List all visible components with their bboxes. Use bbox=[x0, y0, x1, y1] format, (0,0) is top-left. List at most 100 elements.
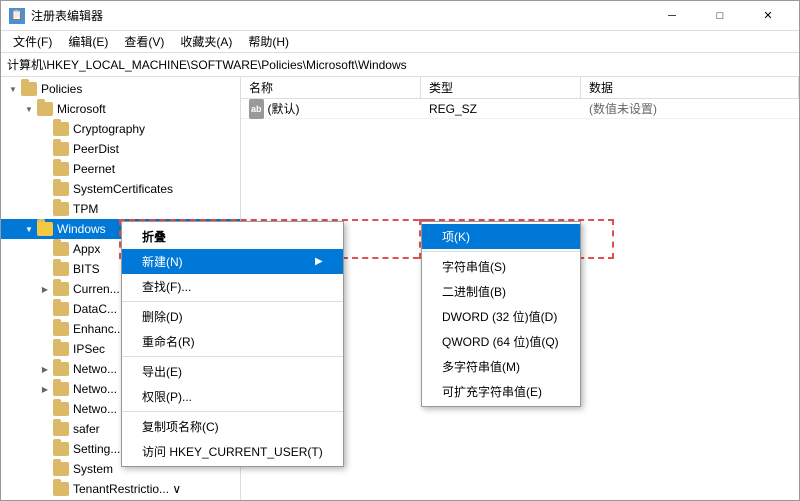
tree-label-policies: Policies bbox=[41, 82, 82, 96]
submenu-item-strval[interactable]: 字符串值(S) bbox=[422, 254, 580, 279]
submenu-label-key: 项(K) bbox=[442, 230, 470, 244]
submenu-item-multistr[interactable]: 多字符串值(M) bbox=[422, 354, 580, 379]
folder-icon-tpm bbox=[53, 202, 69, 216]
expand-current[interactable]: ▶ bbox=[37, 281, 53, 297]
folder-icon-tenantrestriction bbox=[53, 482, 69, 496]
ctx-label-copykey: 复制项名称(C) bbox=[142, 418, 219, 435]
submenu-label-dword32: DWORD (32 位)值(D) bbox=[442, 310, 557, 324]
submenu-item-binval[interactable]: 二进制值(B) bbox=[422, 279, 580, 304]
ctx-item-export[interactable]: 导出(E) bbox=[122, 359, 343, 384]
ctx-separator-1 bbox=[122, 301, 343, 302]
folder-icon-safer bbox=[53, 422, 69, 436]
ctx-label-rename: 重命名(R) bbox=[142, 333, 195, 350]
title-bar: 📋 注册表编辑器 ─ □ ✕ bbox=[1, 1, 799, 31]
ctx-label-find: 查找(F)... bbox=[142, 278, 191, 295]
expand-policies[interactable]: ▼ bbox=[5, 81, 21, 97]
ctx-label-visituser: 访问 HKEY_CURRENT_USER(T) bbox=[142, 443, 323, 460]
tree-label-setting: Setting... bbox=[73, 442, 120, 456]
folder-icon-appx bbox=[53, 242, 69, 256]
folder-icon-netwo2 bbox=[53, 382, 69, 396]
folder-icon-microsoft bbox=[37, 102, 53, 116]
tree-label-bits: BITS bbox=[73, 262, 100, 276]
ctx-item-collapse[interactable]: 折叠 bbox=[122, 224, 343, 249]
tree-item-microsoft[interactable]: ▼ Microsoft bbox=[1, 99, 240, 119]
tree-label-current: Curren... bbox=[73, 282, 120, 296]
ctx-label-delete: 删除(D) bbox=[142, 308, 183, 325]
folder-icon-windows bbox=[37, 222, 53, 236]
col-header-data: 数据 bbox=[581, 77, 799, 99]
tree-label-netwo2: Netwo... bbox=[73, 382, 117, 396]
tree-item-systemcerts[interactable]: ▶ SystemCertificates bbox=[1, 179, 240, 199]
ctx-item-visituser[interactable]: 访问 HKEY_CURRENT_USER(T) bbox=[122, 439, 343, 464]
tree-label-tenantrestriction: TenantRestrictio... ∨ bbox=[73, 482, 181, 496]
ctx-item-find[interactable]: 查找(F)... bbox=[122, 274, 343, 299]
submenu-separator-1 bbox=[422, 251, 580, 252]
ctx-item-rename[interactable]: 重命名(R) bbox=[122, 329, 343, 354]
submenu-label-binval: 二进制值(B) bbox=[442, 285, 506, 299]
menu-help[interactable]: 帮助(H) bbox=[240, 31, 297, 52]
folder-icon-policies bbox=[21, 82, 37, 96]
tree-item-tenantrestriction[interactable]: ▶ TenantRestrictio... ∨ bbox=[1, 479, 240, 499]
tree-label-systemcerts: SystemCertificates bbox=[73, 182, 173, 196]
folder-icon-ipsec bbox=[53, 342, 69, 356]
submenu-item-expandstr[interactable]: 可扩充字符串值(E) bbox=[422, 379, 580, 404]
folder-icon-cryptography bbox=[53, 122, 69, 136]
table-row[interactable]: ab (默认) REG_SZ (数值未设置) bbox=[241, 99, 799, 119]
tree-item-cryptography[interactable]: ▶ Cryptography bbox=[1, 119, 240, 139]
right-panel-header: 名称 类型 数据 bbox=[241, 77, 799, 99]
minimize-button[interactable]: ─ bbox=[649, 2, 695, 30]
tree-label-enhance: Enhanc... bbox=[73, 322, 124, 336]
window-title: 注册表编辑器 bbox=[31, 7, 649, 24]
submenu-item-dword32[interactable]: DWORD (32 位)值(D) bbox=[422, 304, 580, 329]
tree-item-policies[interactable]: ▼ Policies bbox=[1, 79, 240, 99]
submenu-item-qword64[interactable]: QWORD (64 位)值(Q) bbox=[422, 329, 580, 354]
folder-icon-setting bbox=[53, 442, 69, 456]
tree-label-cryptography: Cryptography bbox=[73, 122, 145, 136]
tree-item-peernet[interactable]: ▶ Peernet bbox=[1, 159, 240, 179]
expand-microsoft[interactable]: ▼ bbox=[21, 101, 37, 117]
data-name-cell: ab (默认) bbox=[241, 99, 421, 119]
folder-icon-peernet bbox=[53, 162, 69, 176]
maximize-button[interactable]: □ bbox=[697, 2, 743, 30]
close-button[interactable]: ✕ bbox=[745, 2, 791, 30]
ctx-separator-2 bbox=[122, 356, 343, 357]
tree-item-peerdist[interactable]: ▶ PeerDist bbox=[1, 139, 240, 159]
menu-file[interactable]: 文件(F) bbox=[5, 31, 60, 52]
ctx-label-permissions: 权限(P)... bbox=[142, 388, 192, 405]
registry-editor-window: 📋 注册表编辑器 ─ □ ✕ 文件(F) 编辑(E) 查看(V) 收藏夹(A) … bbox=[0, 0, 800, 501]
ctx-item-new[interactable]: 新建(N) ▶ bbox=[122, 249, 343, 274]
expand-netwo1[interactable]: ▶ bbox=[37, 361, 53, 377]
ctx-label-export: 导出(E) bbox=[142, 363, 182, 380]
menu-edit[interactable]: 编辑(E) bbox=[60, 31, 116, 52]
tree-label-ipsec: IPSec bbox=[73, 342, 105, 356]
ctx-item-permissions[interactable]: 权限(P)... bbox=[122, 384, 343, 409]
expand-windows[interactable]: ▼ bbox=[21, 221, 37, 237]
tree-label-system: System bbox=[73, 462, 113, 476]
ctx-item-delete[interactable]: 删除(D) bbox=[122, 304, 343, 329]
submenu-item-key[interactable]: 项(K) bbox=[422, 224, 580, 249]
folder-icon-datac bbox=[53, 302, 69, 316]
tree-label-netwo3: Netwo... bbox=[73, 402, 117, 416]
window-icon: 📋 bbox=[9, 8, 25, 24]
tree-label-datac: DataC... bbox=[73, 302, 117, 316]
submenu-label-multistr: 多字符串值(M) bbox=[442, 360, 520, 374]
folder-icon-system bbox=[53, 462, 69, 476]
expand-netwo2[interactable]: ▶ bbox=[37, 381, 53, 397]
address-bar: 计算机\HKEY_LOCAL_MACHINE\SOFTWARE\Policies… bbox=[1, 53, 799, 77]
ctx-item-copykey[interactable]: 复制项名称(C) bbox=[122, 414, 343, 439]
ctx-separator-3 bbox=[122, 411, 343, 412]
tree-label-windows: Windows bbox=[57, 222, 106, 236]
tree-label-netwo1: Netwo... bbox=[73, 362, 117, 376]
submenu-label-qword64: QWORD (64 位)值(Q) bbox=[442, 335, 559, 349]
menu-view[interactable]: 查看(V) bbox=[116, 31, 172, 52]
tree-item-tpm[interactable]: ▶ TPM bbox=[1, 199, 240, 219]
folder-icon-current bbox=[53, 282, 69, 296]
folder-icon-bits bbox=[53, 262, 69, 276]
tree-label-peerdist: PeerDist bbox=[73, 142, 119, 156]
menu-favorites[interactable]: 收藏夹(A) bbox=[172, 31, 240, 52]
folder-icon-netwo3 bbox=[53, 402, 69, 416]
data-row-name: (默认) bbox=[268, 99, 300, 119]
context-menu: 折叠 新建(N) ▶ 查找(F)... 删除(D) 重命名(R) 导出(E) 权… bbox=[121, 221, 344, 467]
menu-bar: 文件(F) 编辑(E) 查看(V) 收藏夹(A) 帮助(H) bbox=[1, 31, 799, 53]
ctx-label-new: 新建(N) bbox=[142, 253, 183, 270]
